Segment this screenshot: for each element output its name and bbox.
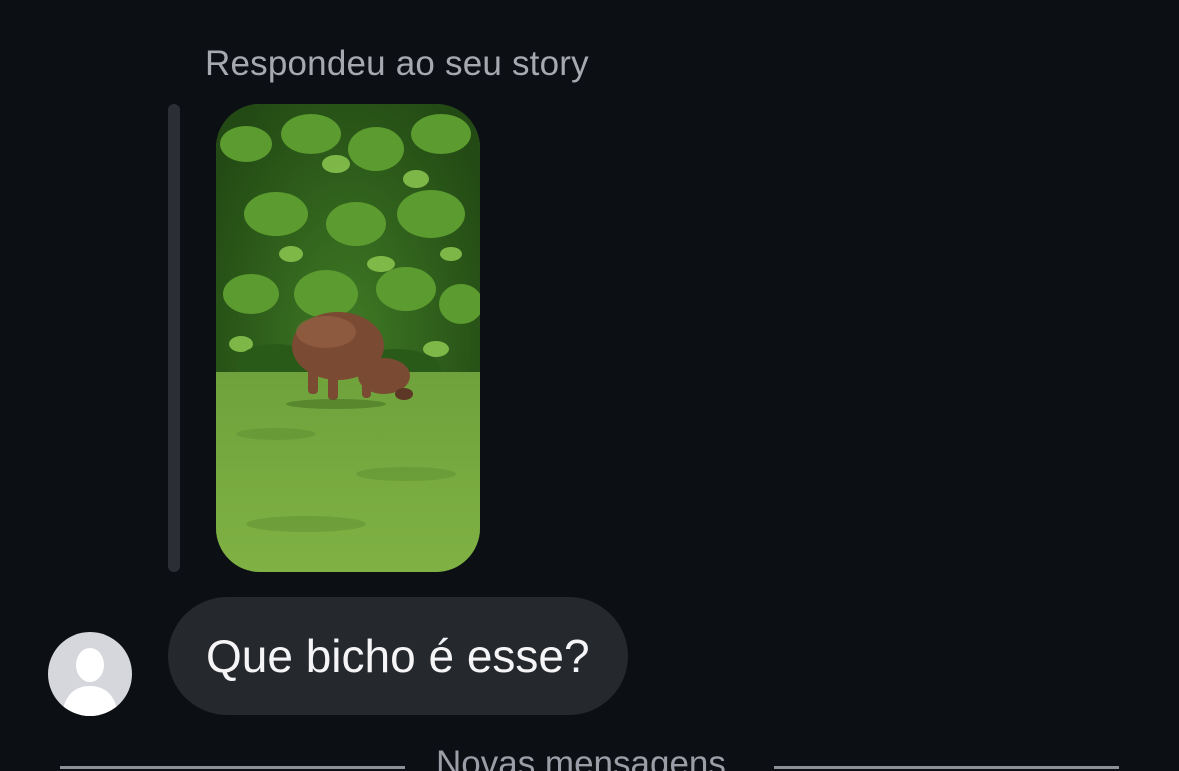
new-messages-divider-line-right — [774, 766, 1119, 769]
new-messages-divider-line-left — [60, 766, 405, 769]
chat-thread: Respondeu ao seu story Que bicho é esse?… — [0, 0, 1179, 771]
quote-bar — [168, 104, 180, 572]
story-photo-capybara — [216, 104, 480, 572]
message-bubble[interactable]: Que bicho é esse? — [168, 597, 628, 715]
default-person-avatar-icon — [62, 648, 118, 716]
sender-avatar[interactable] — [48, 632, 132, 716]
new-messages-divider-label: Novas mensagens — [436, 744, 726, 771]
story-preview-thumbnail[interactable] — [216, 104, 480, 572]
reply-context-label: Respondeu ao seu story — [205, 44, 589, 83]
message-text: Que bicho é esse? — [206, 630, 590, 682]
